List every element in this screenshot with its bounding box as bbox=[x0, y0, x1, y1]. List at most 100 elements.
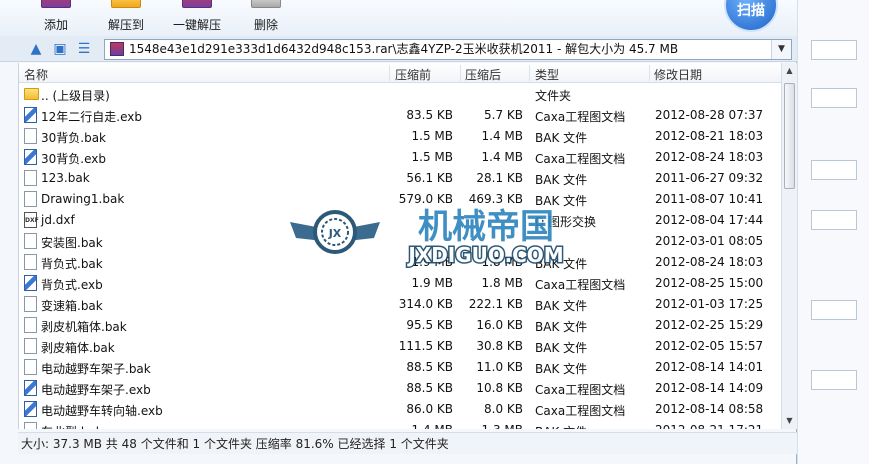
column-header-modified[interactable]: 修改日期 bbox=[654, 66, 702, 83]
modified-date-cell: 2012-08-21 17:21 bbox=[655, 423, 775, 429]
table-row[interactable]: 电动越野车架子.exb 88.5 KB 10.8 KB Caxa工程图文档 2012-0… bbox=[19, 378, 781, 399]
one-click-extract-label: 一键解压 bbox=[172, 18, 221, 32]
packed-size-cell: 11.0 KB bbox=[476, 360, 523, 374]
packed-size-cell: 1.3 MB bbox=[459, 423, 523, 429]
delete-button[interactable]: 删除 bbox=[240, 0, 292, 34]
column-header-compressed[interactable]: 压缩前 bbox=[395, 66, 431, 83]
exb-file-icon bbox=[24, 275, 37, 291]
modified-date-cell: 2012-08-28 07:37 bbox=[655, 108, 764, 122]
address-bar[interactable]: 1548e43e1d291e333d1d6432d948c153.rar\志鑫4… bbox=[104, 39, 792, 60]
list-header: 名称 压缩前 压缩后 类型 修改日期 bbox=[19, 63, 781, 83]
column-divider[interactable] bbox=[460, 65, 461, 81]
packed-size-cell: 10.8 KB bbox=[476, 381, 523, 395]
document-icon bbox=[24, 296, 37, 312]
file-name-cell: 背负式.exb bbox=[41, 278, 103, 292]
compressed-size-cell: 83.5 KB bbox=[406, 108, 453, 122]
column-header-name[interactable]: 名称 bbox=[24, 66, 48, 83]
add-button[interactable]: 添加 bbox=[28, 0, 84, 34]
delete-label: 删除 bbox=[253, 18, 278, 32]
modified-date-cell: 2012-08-24 18:03 bbox=[655, 255, 764, 269]
file-name-cell: 30背负.exb bbox=[41, 152, 106, 166]
packed-size-cell: 1.8 MB bbox=[481, 276, 523, 290]
column-divider[interactable] bbox=[529, 65, 530, 81]
modified-date-cell: 2011-06-27 09:32 bbox=[655, 171, 764, 185]
compressed-size-cell: 314.0 KB bbox=[398, 297, 453, 311]
table-row[interactable]: 电动越野车架子.bak 88.5 KB 11.0 KB BAK 文件 2012-08-1… bbox=[19, 357, 781, 378]
column-header-type[interactable]: 类型 bbox=[535, 66, 559, 83]
table-row[interactable]: 30背负.exb 1.5 MB 1.4 MB Caxa工程图文档 2012-08-24 … bbox=[19, 147, 781, 168]
packed-size-cell: 28.1 KB bbox=[476, 171, 523, 185]
table-row[interactable]: 剥皮机箱体.bak 95.5 KB 16.0 KB BAK 文件 2012-02-25 … bbox=[19, 315, 781, 336]
compressed-size-cell: 579.0 KB bbox=[398, 192, 453, 206]
document-icon bbox=[24, 128, 37, 144]
file-name-cell: 剥皮箱体.bak bbox=[41, 341, 115, 355]
document-icon bbox=[24, 359, 37, 375]
column-divider[interactable] bbox=[649, 65, 650, 81]
file-type-cell: Caxa工程图文档 bbox=[535, 278, 626, 292]
packed-size-cell: 8.0 KB bbox=[484, 402, 523, 416]
address-row: ▲ ▣ ☰ 1548e43e1d291e333d1d6432d948c153.r… bbox=[0, 36, 797, 62]
background-field bbox=[811, 88, 857, 108]
background-field bbox=[811, 300, 857, 320]
table-row[interactable]: 30背负.bak 1.5 MB 1.4 MB BAK 文件 2012-08-21 18:… bbox=[19, 126, 781, 147]
packed-size-cell: 1.4 MB bbox=[481, 150, 523, 164]
table-row[interactable]: 电动越野车转向轴.exb 86.0 KB 8.0 KB Caxa工程图文档 2012-0… bbox=[19, 399, 781, 420]
table-row[interactable]: 车北型.bak 1.4 MB 1.3 MB BAK 文件 2012-08-21 17:2… bbox=[19, 420, 781, 429]
scroll-thumb[interactable] bbox=[784, 83, 795, 189]
scroll-down-icon[interactable]: ▼ bbox=[782, 413, 797, 429]
address-path: 1548e43e1d291e333d1d6432d948c153.rar\志鑫4… bbox=[129, 42, 679, 56]
modified-date-cell: 2012-08-21 18:03 bbox=[655, 129, 764, 143]
scroll-up-icon[interactable]: ▲ bbox=[782, 63, 797, 79]
modified-date-cell: 2012-08-14 14:09 bbox=[655, 381, 764, 395]
modified-date-cell: 2012-03-01 08:05 bbox=[655, 234, 764, 248]
table-row[interactable]: Drawing1.bak 579.0 KB 469.3 KB BAK 文件 2011-0… bbox=[19, 189, 781, 210]
chevron-down-icon[interactable]: ▼ bbox=[771, 40, 791, 59]
file-name-cell: 12年二行自走.exb bbox=[41, 110, 142, 124]
scan-button[interactable]: 扫描 bbox=[724, 0, 778, 32]
file-name-cell: 剥皮机箱体.bak bbox=[41, 320, 127, 334]
file-list: 名称 压缩前 压缩后 类型 修改日期 .. (上级目录) 文件夹 12年二行自走.e… bbox=[18, 63, 781, 429]
table-row[interactable]: 变速箱.bak 314.0 KB 222.1 KB BAK 文件 2012-01-03 … bbox=[19, 294, 781, 315]
table-row[interactable]: 剥皮箱体.bak 111.5 KB 30.8 KB BAK 文件 2012-02-05 … bbox=[19, 336, 781, 357]
vertical-scrollbar[interactable]: ▲ ▼ bbox=[781, 63, 797, 429]
packed-size-cell: 222.1 KB bbox=[468, 297, 523, 311]
trash-icon bbox=[251, 0, 281, 8]
view-list-icon[interactable]: ☰ bbox=[76, 41, 92, 57]
file-type-cell: BAK 文件 bbox=[535, 423, 647, 429]
up-arrow-icon[interactable]: ▲ bbox=[28, 41, 44, 57]
modified-date-cell: 2012-08-25 15:00 bbox=[655, 276, 764, 290]
column-header-packed[interactable]: 压缩后 bbox=[465, 66, 501, 83]
compressed-size-cell: 88.5 KB bbox=[406, 360, 453, 374]
table-row[interactable]: 123.bak 56.1 KB 28.1 KB BAK 文件 2011-06-27 09… bbox=[19, 168, 781, 189]
file-type-cell: BAK 文件 bbox=[535, 194, 588, 208]
table-row[interactable]: DXF jd.dxf D 图形交换 2012-08-04 17:44 bbox=[19, 210, 781, 231]
exb-file-icon bbox=[24, 149, 37, 165]
file-type-cell: BAK 文件 bbox=[535, 257, 588, 271]
compressed-size-cell: 1.4 MB bbox=[389, 423, 453, 429]
file-type-cell: BAK 文件 bbox=[535, 362, 588, 376]
background-field bbox=[811, 160, 857, 180]
one-click-extract-button[interactable]: 一键解压 bbox=[166, 0, 228, 34]
file-name-cell: 安装图.bak bbox=[41, 236, 103, 250]
extract-to-button[interactable]: 解压到 bbox=[98, 0, 154, 34]
packed-size-cell: 1.8 MB bbox=[481, 255, 523, 269]
modified-date-cell: 2012-08-14 08:58 bbox=[655, 402, 764, 416]
table-row[interactable]: 背负式.bak 1.9 MB 1.8 MB BAK 文件 2012-08-24 18:0… bbox=[19, 252, 781, 273]
toolbar: 添加 解压到 一键解压 删除 扫描 bbox=[0, 0, 797, 36]
view-thumbnail-icon[interactable]: ▣ bbox=[52, 41, 68, 57]
document-icon bbox=[24, 338, 37, 354]
column-divider[interactable] bbox=[389, 65, 390, 81]
file-name-cell: 电动越野车架子.bak bbox=[41, 362, 151, 376]
extract-to-label: 解压到 bbox=[107, 18, 144, 32]
table-row[interactable]: 12年二行自走.exb 83.5 KB 5.7 KB Caxa工程图文档 2012-08… bbox=[19, 105, 781, 126]
document-icon bbox=[24, 233, 37, 249]
file-type-cell: Caxa工程图文档 bbox=[535, 152, 626, 166]
file-name-cell: 30背负.bak bbox=[41, 131, 107, 145]
status-bar: 大小: 37.3 MB 共 48 个文件和 1 个文件夹 压缩率 81.6% 已… bbox=[18, 432, 797, 454]
modified-date-cell: 2012-02-25 15:29 bbox=[655, 318, 764, 332]
table-row[interactable]: 背负式.exb 1.9 MB 1.8 MB Caxa工程图文档 2012-08-25 1… bbox=[19, 273, 781, 294]
table-row[interactable]: .. (上级目录) 文件夹 bbox=[19, 84, 781, 105]
file-type-cell: D 图形交换 bbox=[535, 215, 597, 229]
table-row[interactable]: 安装图.bak 2012-03-01 08:05 bbox=[19, 231, 781, 252]
file-type-cell: BAK 文件 bbox=[535, 173, 588, 187]
